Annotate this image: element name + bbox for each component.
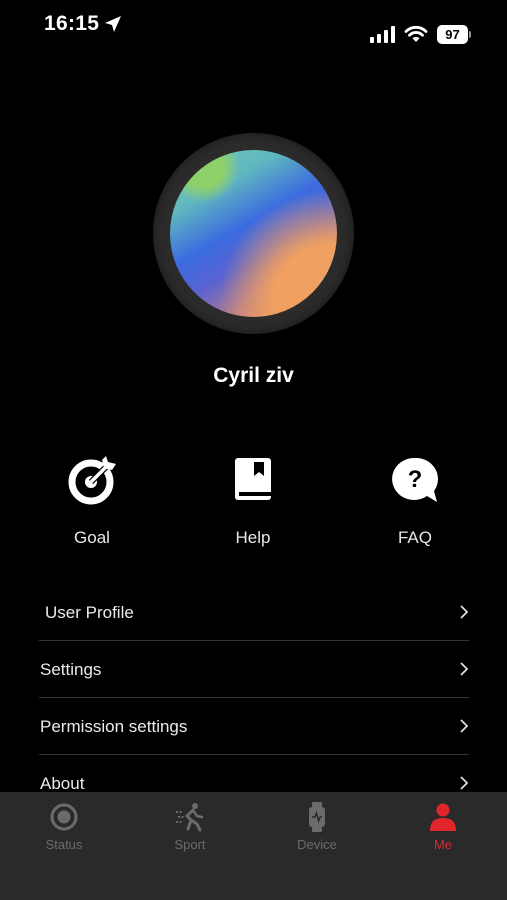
tab-sport[interactable]: Sport: [127, 792, 253, 862]
tab-label: Status: [45, 837, 83, 852]
person-icon: [430, 803, 456, 831]
location-arrow-icon: [105, 16, 121, 32]
help-button[interactable]: Help: [193, 454, 313, 548]
chevron-right-icon: [460, 605, 469, 619]
user-name: Cyril ziv: [213, 364, 294, 387]
status-circle-icon: [50, 803, 78, 831]
faq-label: FAQ: [397, 528, 432, 547]
battery-tip: [469, 31, 471, 38]
faq-question-icon: ?: [392, 457, 438, 502]
help-label: Help: [235, 528, 271, 547]
runner-icon: [176, 803, 204, 832]
chevron-right-icon: [460, 719, 469, 733]
avatar-ring[interactable]: [153, 133, 354, 334]
status-time: 16:15: [44, 12, 100, 35]
goal-target-icon: [68, 456, 116, 505]
watch-icon: [309, 802, 325, 832]
svg-text:?: ?: [408, 466, 423, 493]
wifi-icon: [404, 25, 428, 42]
settings-menu: User Profile Settings Permission setting…: [39, 584, 469, 812]
avatar[interactable]: [170, 150, 337, 317]
menu-item-settings[interactable]: Settings: [39, 641, 469, 698]
help-book-icon: [235, 458, 271, 500]
battery-indicator: 97: [437, 25, 471, 44]
cellular-signal-icon: [370, 26, 395, 43]
status-bar: 16:15 97: [0, 0, 507, 50]
goal-label: Goal: [74, 528, 110, 547]
battery-level: 97: [437, 25, 468, 44]
bottom-tab-bar: Status Sport Device Me: [0, 792, 507, 900]
tab-label: Device: [297, 837, 337, 852]
tab-label: Me: [433, 837, 453, 852]
menu-item-user-profile[interactable]: User Profile: [39, 584, 469, 641]
tab-label: Sport: [174, 837, 206, 852]
menu-item-permission-settings[interactable]: Permission settings: [39, 698, 469, 755]
faq-button[interactable]: ? FAQ: [355, 454, 475, 548]
goal-button[interactable]: Goal: [32, 454, 152, 548]
chevron-right-icon: [460, 776, 469, 790]
tab-status[interactable]: Status: [1, 792, 127, 862]
menu-item-label: Permission settings: [40, 717, 188, 736]
menu-item-label: About: [40, 774, 85, 793]
tab-me[interactable]: Me: [380, 792, 506, 862]
chevron-right-icon: [460, 662, 469, 676]
menu-item-label: Settings: [40, 660, 102, 679]
tab-device[interactable]: Device: [254, 792, 380, 862]
menu-item-label: User Profile: [45, 603, 134, 622]
